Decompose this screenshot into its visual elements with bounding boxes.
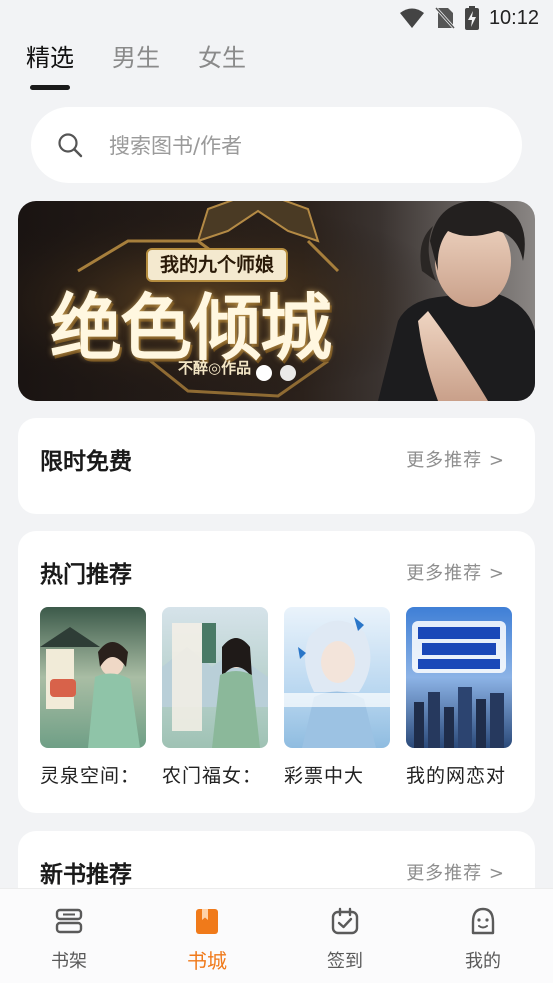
nav-bookshelf[interactable]: 书架 (24, 889, 114, 983)
search-input[interactable]: 搜索图书/作者 (109, 130, 242, 160)
banner-dot[interactable] (280, 365, 296, 381)
book-list: 灵泉空间： 农门福女： 彩票中大 我的网恋对 (40, 607, 520, 787)
no-sim-icon (434, 6, 455, 30)
section-title: 热门推荐 (40, 562, 132, 588)
nav-bookstore[interactable]: 书城 (162, 889, 252, 983)
nav-label: 我的 (465, 951, 501, 972)
promo-banner[interactable]: 我的九个师娘 绝色倾城 不醉◎作品 (18, 201, 535, 401)
banner-pagination (256, 365, 296, 381)
wifi-icon (399, 8, 424, 28)
search-icon (58, 133, 83, 158)
nav-checkin[interactable]: 签到 (300, 889, 390, 983)
bookshelf-icon (55, 908, 83, 934)
profile-icon (471, 907, 495, 935)
nav-label: 书架 (51, 951, 87, 972)
tab-female[interactable]: 女生 (198, 42, 246, 90)
bookstore-icon (196, 909, 218, 934)
book-item[interactable]: 我的网恋对 (406, 607, 516, 788)
search-bar[interactable]: 搜索图书/作者 (31, 107, 522, 183)
book-title[interactable]: 彩票中大 (284, 761, 396, 788)
tab-active-indicator (30, 85, 70, 90)
book-item[interactable]: 灵泉空间： (40, 607, 150, 788)
tab-label: 女生 (198, 44, 246, 72)
status-bar: 10:12 (0, 0, 553, 38)
more-recommend-link[interactable]: 更多推荐 > (406, 559, 505, 585)
book-title[interactable]: 灵泉空间： (40, 761, 152, 788)
banner-author: 不醉◎作品 (178, 359, 252, 377)
more-recommend-link[interactable]: 更多推荐 > (406, 859, 505, 885)
section-title: 限时免费 (40, 449, 132, 475)
tab-male[interactable]: 男生 (112, 42, 160, 90)
tab-featured[interactable]: 精选 (26, 42, 74, 90)
banner-title-group: 我的九个师娘 绝色倾城 不醉◎作品 (48, 221, 368, 381)
book-cover[interactable] (406, 607, 512, 748)
book-cover[interactable] (284, 607, 390, 748)
section-free: 限时免费 更多推荐 > (18, 418, 535, 514)
tab-label: 精选 (26, 44, 74, 72)
book-cover[interactable] (40, 607, 146, 748)
checkin-icon (331, 907, 359, 935)
cover-art (406, 607, 512, 748)
battery-charging-icon (464, 6, 479, 30)
nav-label: 签到 (327, 951, 363, 972)
bottom-navigation: 书架 书城 签到 我的 (0, 888, 553, 983)
section-title: 新书推荐 (40, 862, 132, 888)
nav-profile[interactable]: 我的 (438, 889, 528, 983)
section-hot: 热门推荐 更多推荐 > 灵泉空间： 农门福女： 彩票中大 我的网恋对 (18, 531, 535, 813)
status-time: 10:12 (488, 6, 539, 29)
nav-label: 书城 (187, 949, 227, 973)
category-tabs: 精选 男生 女生 (26, 42, 246, 90)
book-item[interactable]: 农门福女： (162, 607, 272, 788)
cover-art (162, 607, 268, 748)
cover-art (284, 607, 390, 748)
banner-dot-active[interactable] (256, 365, 272, 381)
book-title[interactable]: 农门福女： (162, 761, 274, 788)
cover-art (40, 607, 146, 748)
book-item[interactable]: 彩票中大 (284, 607, 394, 788)
tab-label: 男生 (112, 44, 160, 72)
book-title[interactable]: 我的网恋对 (406, 761, 518, 788)
more-recommend-link[interactable]: 更多推荐 > (406, 446, 505, 472)
book-cover[interactable] (162, 607, 268, 748)
